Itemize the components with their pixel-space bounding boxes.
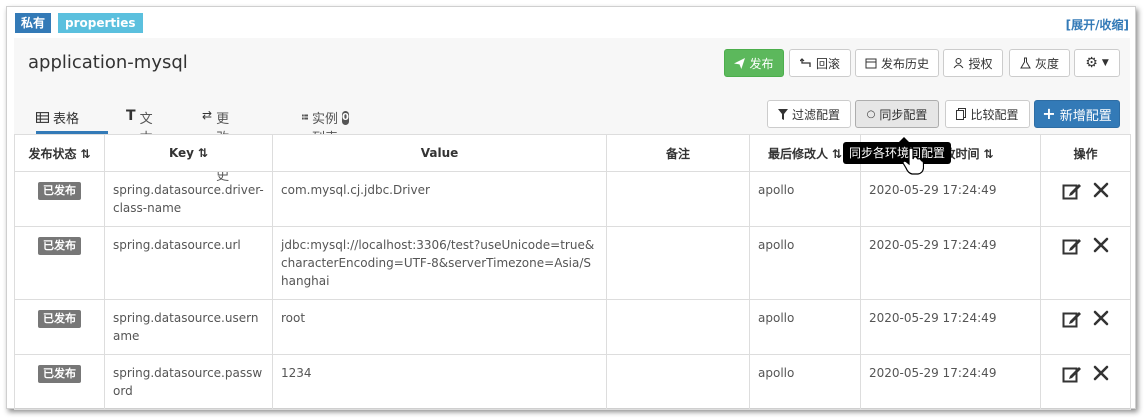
delete-icon[interactable] — [1092, 309, 1110, 327]
header-value: Value — [272, 134, 607, 172]
status-cell: 已发布 — [14, 354, 105, 410]
key-cell: spring.datasource.username — [104, 299, 273, 355]
config-table: 发布状态⇅ Key⇅ Value 备注 最后修改人⇅ 最后修改时间⇅ 操作 已发… — [14, 134, 1131, 410]
edit-icon[interactable] — [1062, 364, 1082, 384]
user-icon — [954, 58, 964, 69]
time-cell: 2020-05-29 17:24:49 — [860, 354, 1041, 410]
gray-release-button[interactable]: 灰度 — [1009, 49, 1070, 77]
scope-badge: 私有 — [15, 13, 52, 33]
namespace-panel: 私有 properties [展开/收缩] application-mysql … — [6, 6, 1136, 410]
expand-collapse-link[interactable]: [展开/收缩] — [1066, 16, 1129, 33]
status-cell: 已发布 — [14, 171, 105, 227]
calendar-icon — [865, 58, 877, 69]
namespace-title: application-mysql — [28, 52, 188, 73]
settings-dropdown-button[interactable]: ⚙ ▼ — [1074, 49, 1120, 77]
sort-icon: ⇅ — [831, 146, 843, 161]
sort-icon: ⇅ — [80, 146, 91, 161]
text-icon: T — [126, 108, 136, 124]
key-cell: spring.datasource.driver-class-name — [104, 171, 273, 227]
published-badge: 已发布 — [38, 310, 81, 328]
comment-cell — [606, 226, 750, 300]
edit-icon[interactable] — [1062, 181, 1082, 201]
circle-icon: ○ — [866, 108, 876, 120]
table-row: 已发布 spring.datasource.driver-class-name co… — [14, 171, 1131, 227]
plus-icon: + — [1042, 104, 1056, 123]
rollback-icon — [799, 58, 811, 67]
edit-icon[interactable] — [1062, 309, 1082, 329]
namespace-body: application-mysql 发布 回滚 发布历史 授权 灰度 ⚙ ▼ 过… — [14, 38, 1131, 410]
value-cell: 1234 — [272, 354, 607, 410]
delete-icon[interactable] — [1092, 236, 1110, 254]
modifier-cell: apollo — [749, 171, 861, 227]
table-header-row: 发布状态⇅ Key⇅ Value 备注 最后修改人⇅ 最后修改时间⇅ 操作 — [14, 134, 1131, 172]
status-cell: 已发布 — [14, 226, 105, 300]
publish-history-button[interactable]: 发布历史 — [855, 49, 939, 77]
operations-cell — [1040, 299, 1131, 355]
tab-table[interactable]: 表格 — [36, 108, 108, 134]
header-status[interactable]: 发布状态 ⇅ — [14, 134, 105, 172]
operations-cell — [1040, 354, 1131, 410]
modifier-cell: apollo — [749, 226, 861, 300]
comment-cell — [606, 354, 750, 410]
header-operations: 操作 — [1040, 134, 1131, 172]
modifier-cell: apollo — [749, 299, 861, 355]
operations-cell — [1040, 226, 1131, 300]
instances-icon — [302, 114, 308, 120]
send-icon — [734, 57, 746, 69]
table-row: 已发布 spring.datasource.password 1234 apollo 2… — [14, 354, 1131, 410]
modifier-cell: apollo — [749, 354, 861, 410]
comment-cell — [606, 299, 750, 355]
sync-tooltip: 同步各环境间配置 — [843, 137, 952, 164]
table-icon — [36, 112, 49, 123]
time-cell: 2020-05-29 17:24:49 — [860, 171, 1041, 227]
grant-button[interactable]: 授权 — [943, 49, 1003, 77]
header-key[interactable]: Key ⇅ — [104, 134, 273, 172]
sync-config-button[interactable]: ○ 同步配置 — [855, 100, 939, 128]
header-comment: 备注 — [606, 134, 750, 172]
gear-icon: ⚙ — [1085, 55, 1098, 71]
history-icon: ⇄ — [202, 108, 213, 122]
sort-icon: ⇅ — [983, 146, 994, 161]
hand-cursor-icon — [902, 147, 924, 175]
namespace-header: application-mysql 发布 回滚 发布历史 授权 灰度 ⚙ ▼ 过… — [14, 38, 1130, 184]
key-cell: spring.datasource.password — [104, 354, 273, 410]
time-cell: 2020-05-29 17:24:49 — [860, 299, 1041, 355]
value-cell: root — [272, 299, 607, 355]
tab-change-history[interactable]: ⇄ 更改历史 — [202, 108, 229, 184]
table-row: 已发布 spring.datasource.url jdbc:mysql://loc… — [14, 226, 1131, 300]
rollback-button[interactable]: 回滚 — [789, 49, 851, 77]
time-cell: 2020-05-29 17:24:49 — [860, 226, 1041, 300]
value-cell: jdbc:mysql://localhost:3306/test?useUnic… — [272, 226, 607, 300]
delete-icon[interactable] — [1092, 181, 1110, 199]
sort-icon: ⇅ — [198, 146, 209, 160]
copy-icon — [956, 108, 967, 120]
tab-instances[interactable]: 实例列表 0 — [302, 108, 350, 146]
published-badge: 已发布 — [38, 237, 81, 255]
filter-config-button[interactable]: 过滤配置 — [767, 100, 851, 128]
operations-cell — [1040, 171, 1131, 227]
tab-text[interactable]: T 文本 — [126, 108, 153, 146]
value-cell: com.mysql.cj.jdbc.Driver — [272, 171, 607, 227]
delete-icon[interactable] — [1092, 364, 1110, 382]
namespace-topbar: 私有 properties [展开/收缩] — [7, 7, 1135, 37]
published-badge: 已发布 — [38, 365, 81, 383]
edit-icon[interactable] — [1062, 236, 1082, 256]
published-badge: 已发布 — [38, 182, 81, 200]
instance-count-badge: 0 — [342, 111, 350, 125]
diff-config-button[interactable]: 比较配置 — [945, 100, 1030, 128]
publish-button[interactable]: 发布 — [724, 49, 784, 77]
status-cell: 已发布 — [14, 299, 105, 355]
table-row: 已发布 spring.datasource.username root apollo 2… — [14, 299, 1131, 355]
key-cell: spring.datasource.url — [104, 226, 273, 300]
add-config-button[interactable]: + 新增配置 — [1034, 100, 1120, 128]
caret-down-icon: ▼ — [1101, 58, 1109, 68]
filter-icon — [777, 108, 788, 120]
comment-cell — [606, 171, 750, 227]
format-badge: properties — [58, 13, 143, 33]
flask-icon — [1020, 57, 1031, 69]
